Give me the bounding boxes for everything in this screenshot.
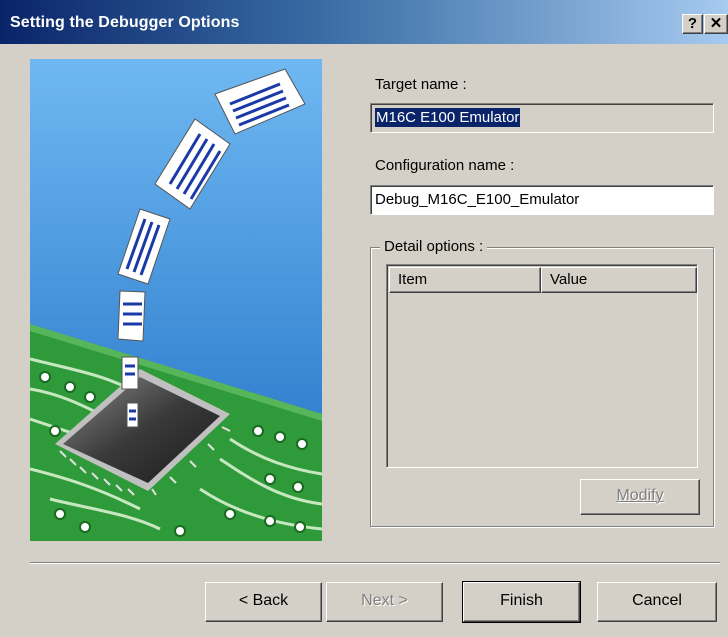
- help-button[interactable]: ?: [682, 14, 703, 34]
- wizard-illustration: [30, 59, 322, 541]
- next-button[interactable]: Next >: [326, 582, 443, 622]
- modify-button[interactable]: Modify: [580, 479, 700, 515]
- finish-button[interactable]: Finish: [462, 581, 581, 623]
- close-button[interactable]: ✕: [704, 14, 728, 34]
- target-name-field[interactable]: M16C E100 Emulator: [370, 103, 714, 133]
- next-label: Next >: [361, 592, 408, 609]
- separator: [30, 562, 720, 564]
- modify-label: Modify: [616, 487, 664, 504]
- back-button[interactable]: < Back: [205, 582, 322, 622]
- target-name-value: M16C E100 Emulator: [375, 108, 521, 127]
- cancel-button[interactable]: Cancel: [597, 582, 717, 622]
- detail-options-list[interactable]: Item Value: [386, 264, 698, 468]
- close-icon: ✕: [709, 15, 723, 32]
- back-label: < Back: [238, 592, 289, 609]
- finish-label: Finish: [500, 592, 543, 609]
- title-bar: Setting the Debugger Options ? ✕: [0, 0, 728, 44]
- detail-options-label: Detail options :: [380, 238, 488, 255]
- configuration-name-label: Configuration name :: [375, 157, 515, 174]
- cancel-label: Cancel: [632, 592, 682, 609]
- column-header-item[interactable]: Item: [389, 267, 541, 293]
- configuration-name-input[interactable]: Debug_M16C_E100_Emulator: [370, 185, 714, 215]
- window-title: Setting the Debugger Options: [10, 14, 240, 31]
- target-name-label: Target name :: [375, 76, 467, 93]
- column-header-value[interactable]: Value: [541, 267, 697, 293]
- pcb-chip-documents-illustration: [30, 59, 322, 541]
